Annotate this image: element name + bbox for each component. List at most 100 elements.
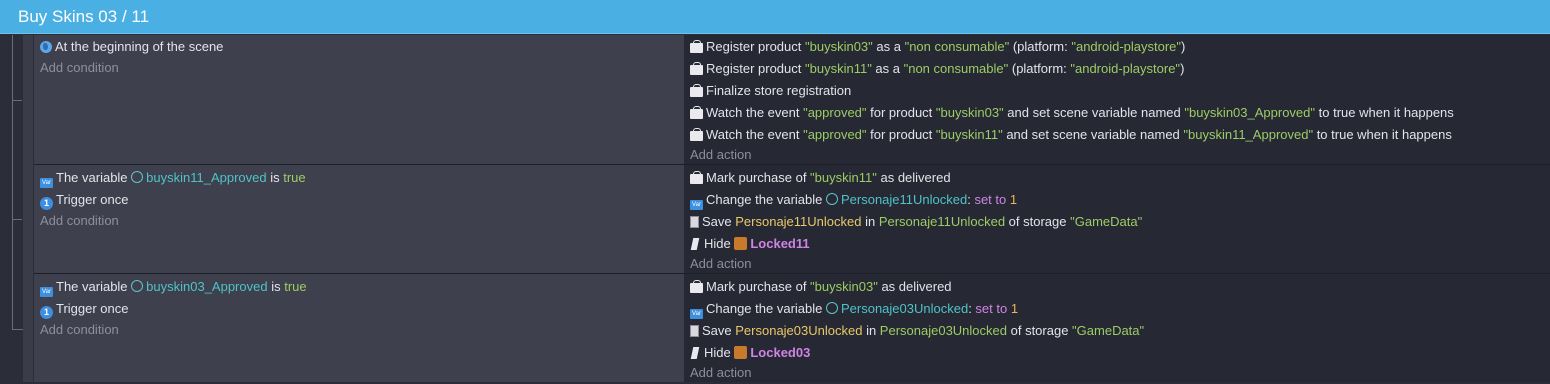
document-icon bbox=[690, 216, 699, 228]
action-hide-object[interactable]: Hide Locked03 bbox=[690, 342, 810, 364]
variable-icon: Var bbox=[690, 200, 703, 210]
actions-panel[interactable]: Mark purchase of "buyskin03" as delivere… bbox=[684, 274, 1550, 382]
variable-icon: Var bbox=[690, 309, 703, 319]
actions-panel[interactable]: Mark purchase of "buyskin11" as delivere… bbox=[684, 165, 1550, 273]
action-watch-event[interactable]: Watch the event "approved" for product "… bbox=[690, 124, 1452, 146]
text: (platform: bbox=[1009, 39, 1072, 54]
variable-name: Personaje03Unlocked bbox=[840, 301, 969, 316]
product-id: "buyskin11" bbox=[810, 170, 877, 185]
text: to true when it happens bbox=[1313, 127, 1452, 142]
condition-trigger-once[interactable]: 1 Trigger once bbox=[40, 189, 129, 211]
platform: "android-playstore" bbox=[1071, 39, 1182, 54]
shop-bag-icon bbox=[690, 106, 703, 119]
variable-icon: Var bbox=[40, 287, 53, 297]
value: true bbox=[284, 279, 307, 294]
shop-bag-icon bbox=[690, 128, 703, 141]
globe-icon bbox=[40, 41, 52, 53]
storage-name: "GameData" bbox=[1070, 214, 1143, 229]
event-group-header[interactable]: Buy Skins 03 / 11 bbox=[0, 0, 1550, 34]
text: and set scene variable named bbox=[1003, 105, 1185, 120]
platform: "android-playstore" bbox=[1070, 61, 1181, 76]
global-variable-icon bbox=[825, 193, 838, 205]
text: Watch the event bbox=[706, 127, 804, 142]
action-register-product[interactable]: Register product "buyskin11" as a "non c… bbox=[690, 58, 1184, 80]
variable-name: Personaje03Unlocked bbox=[879, 323, 1007, 338]
text: Trigger once bbox=[56, 301, 129, 316]
text: Watch the event bbox=[706, 105, 804, 120]
value: 1 bbox=[1007, 301, 1019, 316]
shop-bag-icon bbox=[690, 62, 703, 75]
action-save-storage[interactable]: Save Personaje03Unlocked in Personaje03U… bbox=[690, 320, 1144, 342]
add-condition-link[interactable]: Add condition bbox=[40, 210, 119, 232]
condition-variable-check[interactable]: Var The variable buyskin03_Approved is tr… bbox=[40, 276, 307, 298]
operator: set to bbox=[974, 192, 1007, 207]
conditions-panel[interactable]: Var The variable buyskin03_Approved is tr… bbox=[34, 274, 684, 382]
add-action-link[interactable]: Add action bbox=[690, 144, 751, 166]
text: in bbox=[862, 323, 880, 338]
document-icon bbox=[690, 325, 699, 337]
conditions-panel[interactable]: Var The variable buyskin11_Approved is tr… bbox=[34, 165, 684, 273]
event-row-2[interactable]: Var The variable buyskin11_Approved is tr… bbox=[34, 165, 1550, 273]
condition-variable-check[interactable]: Var The variable buyskin11_Approved is tr… bbox=[40, 167, 306, 189]
event-row-1[interactable]: At the beginning of the scene Add condit… bbox=[34, 35, 1550, 164]
trigger-once-icon: 1 bbox=[40, 197, 53, 210]
text: as delivered bbox=[876, 170, 951, 185]
global-variable-icon bbox=[825, 302, 838, 314]
event-gutter[interactable] bbox=[23, 35, 33, 382]
action-save-storage[interactable]: Save Personaje11Unlocked in Personaje11U… bbox=[690, 211, 1142, 233]
product-id: "buyskin03" bbox=[805, 39, 873, 54]
condition-trigger-once[interactable]: 1 Trigger once bbox=[40, 298, 129, 320]
add-action-link[interactable]: Add action bbox=[690, 362, 751, 384]
shop-bag-icon bbox=[690, 280, 703, 293]
text: ) bbox=[1181, 39, 1186, 54]
event-row-3[interactable]: Var The variable buyskin03_Approved is tr… bbox=[34, 274, 1550, 382]
tree-tick bbox=[12, 100, 22, 101]
add-action-link[interactable]: Add action bbox=[690, 253, 751, 275]
action-change-variable[interactable]: Var Change the variable Personaje03Unlock… bbox=[690, 298, 1018, 320]
product-id: "buyskin11" bbox=[805, 61, 872, 76]
text: Mark purchase of bbox=[706, 279, 811, 294]
add-condition-link[interactable]: Add condition bbox=[40, 319, 119, 341]
text: to true when it happens bbox=[1315, 105, 1454, 120]
sprite-object-icon bbox=[734, 346, 748, 359]
text: Save bbox=[702, 323, 736, 338]
text: is bbox=[267, 279, 285, 294]
hide-icon bbox=[690, 347, 700, 359]
variable-name: "buyskin11_Approved" bbox=[1183, 127, 1314, 142]
text: Register product bbox=[706, 61, 805, 76]
group-title: Buy Skins 03 / 11 bbox=[18, 7, 150, 26]
text: of storage bbox=[1005, 214, 1071, 229]
value: 1 bbox=[1006, 192, 1018, 207]
actions-panel[interactable]: Register product "buyskin03" as a "non c… bbox=[684, 35, 1550, 164]
action-finalize-registration[interactable]: Finalize store registration bbox=[690, 80, 851, 102]
condition-text: At the beginning of the scene bbox=[55, 39, 224, 54]
event-name: "approved" bbox=[803, 127, 867, 142]
text: The variable bbox=[56, 170, 132, 185]
action-mark-delivered[interactable]: Mark purchase of "buyskin11" as delivere… bbox=[690, 167, 951, 189]
variable-name: "buyskin03_Approved" bbox=[1184, 105, 1316, 120]
product-type: "non consumable" bbox=[904, 39, 1010, 54]
storage-key: Personaje03Unlocked bbox=[735, 323, 863, 338]
shop-bag-icon bbox=[690, 84, 703, 97]
text: Change the variable bbox=[706, 192, 826, 207]
scene-variable-icon bbox=[131, 280, 144, 292]
product-id: "buyskin03" bbox=[935, 105, 1004, 120]
conditions-panel[interactable]: At the beginning of the scene Add condit… bbox=[34, 35, 684, 164]
text: Hide bbox=[704, 345, 735, 360]
shop-bag-icon bbox=[690, 171, 703, 184]
text: Change the variable bbox=[706, 301, 826, 316]
variable-name: Personaje11Unlocked bbox=[878, 214, 1006, 229]
condition-scene-start[interactable]: At the beginning of the scene bbox=[40, 36, 223, 58]
product-type: "non consumable" bbox=[903, 61, 1009, 76]
action-hide-object[interactable]: Hide Locked11 bbox=[690, 233, 810, 255]
variable-name: Personaje11Unlocked bbox=[840, 192, 968, 207]
operator: set to bbox=[975, 301, 1008, 316]
text: Hide bbox=[704, 236, 735, 251]
add-condition-link[interactable]: Add condition bbox=[40, 57, 119, 79]
action-mark-delivered[interactable]: Mark purchase of "buyskin03" as delivere… bbox=[690, 276, 952, 298]
action-change-variable[interactable]: Var Change the variable Personaje11Unlock… bbox=[690, 189, 1017, 211]
product-id: "buyskin03" bbox=[810, 279, 878, 294]
action-register-product[interactable]: Register product "buyskin03" as a "non c… bbox=[690, 36, 1185, 58]
object-name: Locked11 bbox=[750, 236, 810, 251]
action-watch-event[interactable]: Watch the event "approved" for product "… bbox=[690, 102, 1454, 124]
